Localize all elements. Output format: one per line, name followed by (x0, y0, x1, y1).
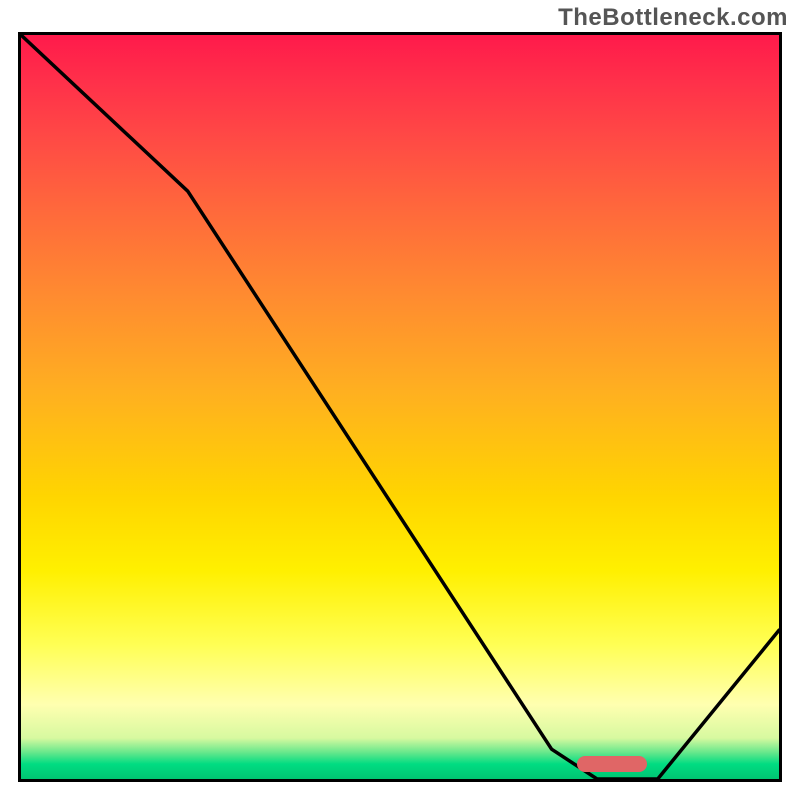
plot-frame (18, 32, 782, 782)
highlight-marker (577, 756, 647, 772)
curve-path (21, 35, 779, 779)
curve-line (21, 35, 779, 779)
watermark-text: TheBottleneck.com (558, 4, 788, 32)
chart-root: TheBottleneck.com (0, 0, 800, 800)
